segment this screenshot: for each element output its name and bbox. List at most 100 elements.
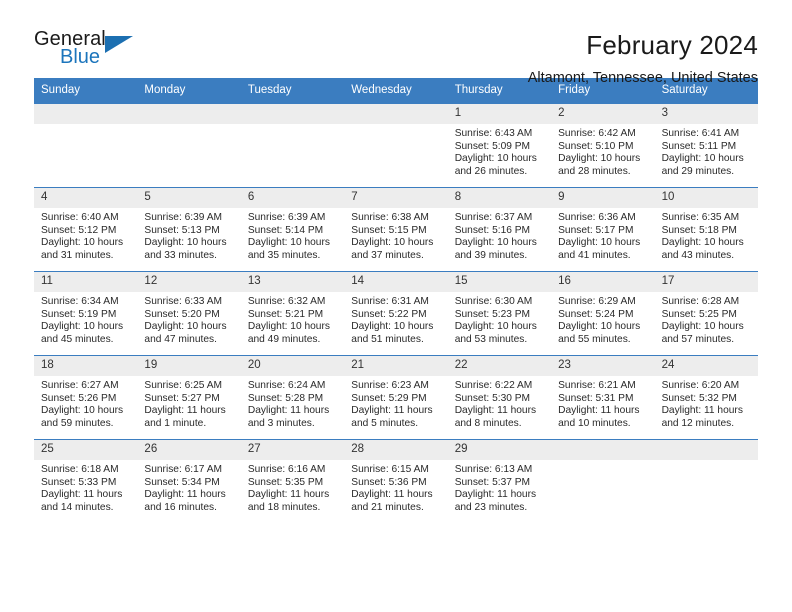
day-details: Sunrise: 6:40 AM Sunset: 5:12 PM Dayligh… <box>34 208 137 262</box>
sunset-text: Sunset: 5:22 PM <box>351 308 427 320</box>
sunrise-text: Sunrise: 6:22 AM <box>454 380 533 391</box>
sunrise-text: Sunrise: 6:37 AM <box>454 212 533 223</box>
calendar-day-cell[interactable]: 29 Sunrise: 6:13 AM Sunset: 5:37 PM Dayl… <box>447 440 552 523</box>
weekday-header-wednesday: Wednesday <box>351 84 412 96</box>
day-details: Sunrise: 6:27 AM Sunset: 5:26 PM Dayligh… <box>34 376 137 430</box>
daylight-text-line2: and 29 minutes. <box>661 165 735 177</box>
daylight-text-line2: and 16 minutes. <box>144 501 217 513</box>
daylight-text-line2: and 5 minutes. <box>351 417 419 429</box>
calendar-day-cell[interactable]: 6 Sunrise: 6:39 AM Sunset: 5:14 PM Dayli… <box>240 188 345 271</box>
day-details: Sunrise: 6:23 AM Sunset: 5:29 PM Dayligh… <box>344 376 447 430</box>
daylight-text-line1: Daylight: 10 hours <box>247 321 330 333</box>
calendar-day-cell[interactable]: 5 Sunrise: 6:39 AM Sunset: 5:13 PM Dayli… <box>137 188 241 271</box>
calendar-grid: Sunday Monday Tuesday Wednesday Thursday… <box>34 78 758 523</box>
calendar-day-cell[interactable]: 7 Sunrise: 6:38 AM Sunset: 5:15 PM Dayli… <box>344 188 448 271</box>
daylight-text-line1: Daylight: 10 hours <box>661 237 744 249</box>
day-details: Sunrise: 6:20 AM Sunset: 5:32 PM Dayligh… <box>655 376 758 430</box>
calendar-day-cell <box>34 104 138 187</box>
day-number: 26 <box>137 440 241 460</box>
general-blue-logo[interactable]: General Blue <box>34 28 144 74</box>
calendar-day-cell[interactable]: 3 Sunrise: 6:41 AM Sunset: 5:11 PM Dayli… <box>654 104 758 187</box>
calendar-day-cell[interactable]: 28 Sunrise: 6:15 AM Sunset: 5:36 PM Dayl… <box>344 440 448 523</box>
weekday-header-thursday: Thursday <box>454 84 503 96</box>
sunrise-text: Sunrise: 6:24 AM <box>247 380 326 391</box>
calendar-day-cell[interactable]: 19 Sunrise: 6:25 AM Sunset: 5:27 PM Dayl… <box>137 356 241 439</box>
daylight-text-line2: and 31 minutes. <box>41 249 114 261</box>
day-number: 4 <box>34 188 138 208</box>
calendar-day-cell[interactable]: 22 Sunrise: 6:22 AM Sunset: 5:30 PM Dayl… <box>447 356 552 439</box>
day-details: Sunrise: 6:17 AM Sunset: 5:34 PM Dayligh… <box>137 460 240 514</box>
daylight-text-line2: and 49 minutes. <box>247 333 321 345</box>
daylight-text-line1: Daylight: 10 hours <box>454 321 537 333</box>
daylight-text-line1: Daylight: 10 hours <box>351 321 434 333</box>
calendar-day-cell[interactable]: 26 Sunrise: 6:17 AM Sunset: 5:34 PM Dayl… <box>137 440 241 523</box>
calendar-day-cell <box>654 440 758 523</box>
calendar-day-cell[interactable]: 11 Sunrise: 6:34 AM Sunset: 5:19 PM Dayl… <box>34 272 138 355</box>
calendar-day-cell[interactable]: 12 Sunrise: 6:33 AM Sunset: 5:20 PM Dayl… <box>137 272 241 355</box>
sunset-text: Sunset: 5:23 PM <box>454 308 531 320</box>
sunrise-text: Sunrise: 6:23 AM <box>351 380 429 391</box>
day-details: Sunrise: 6:35 AM Sunset: 5:18 PM Dayligh… <box>655 208 758 262</box>
day-details: Sunrise: 6:42 AM Sunset: 5:10 PM Dayligh… <box>551 124 654 178</box>
calendar-day-cell[interactable]: 13 Sunrise: 6:32 AM Sunset: 5:21 PM Dayl… <box>240 272 345 355</box>
day-number <box>344 104 448 124</box>
sunrise-text: Sunrise: 6:39 AM <box>247 212 326 223</box>
calendar-day-cell[interactable]: 9 Sunrise: 6:36 AM Sunset: 5:17 PM Dayli… <box>551 188 655 271</box>
sunset-text: Sunset: 5:34 PM <box>144 476 220 488</box>
daylight-text-line1: Daylight: 11 hours <box>247 489 330 501</box>
daylight-text-line2: and 51 minutes. <box>351 333 424 345</box>
daylight-text-line1: Daylight: 10 hours <box>144 321 227 333</box>
calendar-day-cell[interactable]: 2 Sunrise: 6:42 AM Sunset: 5:10 PM Dayli… <box>551 104 655 187</box>
calendar-day-cell[interactable]: 14 Sunrise: 6:31 AM Sunset: 5:22 PM Dayl… <box>344 272 448 355</box>
day-number <box>551 440 655 460</box>
sunset-text: Sunset: 5:15 PM <box>351 224 427 236</box>
calendar-day-cell[interactable]: 27 Sunrise: 6:16 AM Sunset: 5:35 PM Dayl… <box>240 440 345 523</box>
weekday-header-sunday: Sunday <box>41 84 81 96</box>
sunset-text: Sunset: 5:18 PM <box>661 224 737 236</box>
day-details: Sunrise: 6:31 AM Sunset: 5:22 PM Dayligh… <box>344 292 447 346</box>
day-number: 17 <box>654 272 758 292</box>
calendar-day-cell[interactable]: 23 Sunrise: 6:21 AM Sunset: 5:31 PM Dayl… <box>551 356 655 439</box>
daylight-text-line2: and 35 minutes. <box>247 249 321 261</box>
day-number: 19 <box>137 356 241 376</box>
sunrise-text: Sunrise: 6:17 AM <box>144 464 223 475</box>
day-details: Sunrise: 6:34 AM Sunset: 5:19 PM Dayligh… <box>34 292 137 346</box>
calendar-day-cell[interactable]: 24 Sunrise: 6:20 AM Sunset: 5:32 PM Dayl… <box>654 356 758 439</box>
sunrise-text: Sunrise: 6:29 AM <box>558 296 636 307</box>
day-details: Sunrise: 6:29 AM Sunset: 5:24 PM Dayligh… <box>551 292 654 346</box>
day-number: 27 <box>240 440 345 460</box>
daylight-text-line2: and 14 minutes. <box>41 501 114 513</box>
day-number: 7 <box>344 188 448 208</box>
calendar-day-cell[interactable]: 18 Sunrise: 6:27 AM Sunset: 5:26 PM Dayl… <box>34 356 138 439</box>
day-details: Sunrise: 6:33 AM Sunset: 5:20 PM Dayligh… <box>137 292 240 346</box>
daylight-text-line1: Daylight: 11 hours <box>144 489 226 501</box>
daylight-text-line1: Daylight: 11 hours <box>454 489 537 501</box>
calendar-day-cell[interactable]: 25 Sunrise: 6:18 AM Sunset: 5:33 PM Dayl… <box>34 440 138 523</box>
daylight-text-line1: Daylight: 11 hours <box>558 405 640 417</box>
calendar-day-cell[interactable]: 21 Sunrise: 6:23 AM Sunset: 5:29 PM Dayl… <box>344 356 448 439</box>
daylight-text-line2: and 33 minutes. <box>144 249 217 261</box>
daylight-text-line1: Daylight: 11 hours <box>144 405 226 417</box>
calendar-day-cell[interactable]: 16 Sunrise: 6:29 AM Sunset: 5:24 PM Dayl… <box>551 272 655 355</box>
sunrise-text: Sunrise: 6:25 AM <box>144 380 223 391</box>
daylight-text-line1: Daylight: 10 hours <box>558 321 641 333</box>
calendar-day-cell[interactable]: 8 Sunrise: 6:37 AM Sunset: 5:16 PM Dayli… <box>447 188 552 271</box>
weekday-header-saturday: Saturday <box>661 84 708 96</box>
calendar-day-cell[interactable]: 10 Sunrise: 6:35 AM Sunset: 5:18 PM Dayl… <box>654 188 758 271</box>
day-details: Sunrise: 6:18 AM Sunset: 5:33 PM Dayligh… <box>34 460 137 514</box>
daylight-text-line2: and 26 minutes. <box>454 165 528 177</box>
daylight-text-line1: Daylight: 11 hours <box>247 405 330 417</box>
day-details <box>34 124 137 128</box>
daylight-text-line2: and 12 minutes. <box>661 417 735 429</box>
sunrise-text: Sunrise: 6:34 AM <box>41 296 119 307</box>
calendar-day-cell[interactable]: 1 Sunrise: 6:43 AM Sunset: 5:09 PM Dayli… <box>447 104 552 187</box>
calendar-day-cell[interactable]: 17 Sunrise: 6:28 AM Sunset: 5:25 PM Dayl… <box>654 272 758 355</box>
calendar-day-cell[interactable]: 4 Sunrise: 6:40 AM Sunset: 5:12 PM Dayli… <box>34 188 138 271</box>
daylight-text-line2: and 41 minutes. <box>558 249 631 261</box>
page-header: General Blue February 2024 Altamont, Ten… <box>34 0 758 86</box>
daylight-text-line1: Daylight: 11 hours <box>351 405 433 417</box>
day-details: Sunrise: 6:25 AM Sunset: 5:27 PM Dayligh… <box>137 376 240 430</box>
calendar-day-cell[interactable]: 20 Sunrise: 6:24 AM Sunset: 5:28 PM Dayl… <box>240 356 345 439</box>
calendar-day-cell[interactable]: 15 Sunrise: 6:30 AM Sunset: 5:23 PM Dayl… <box>447 272 552 355</box>
sunrise-text: Sunrise: 6:30 AM <box>454 296 533 307</box>
